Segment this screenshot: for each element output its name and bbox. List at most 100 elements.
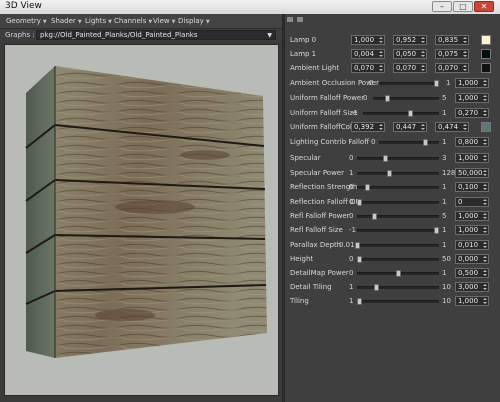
- param-slider-thumb[interactable]: [355, 242, 360, 249]
- param-slider-track[interactable]: [357, 155, 439, 162]
- param-slider-thumb[interactable]: [385, 95, 391, 102]
- falloff-color-swatch[interactable]: [481, 122, 491, 132]
- param-slider-thumb[interactable]: [357, 256, 362, 263]
- spinner-icon[interactable]: [483, 213, 487, 219]
- menu-channels[interactable]: Channels ▼: [114, 17, 152, 25]
- param-value-field[interactable]: 0,500: [455, 268, 489, 278]
- param-slider-track[interactable]: [357, 227, 439, 234]
- pin-icon[interactable]: [287, 17, 293, 22]
- ambient-color-swatch[interactable]: [481, 63, 491, 73]
- spinner-icon[interactable]: [483, 242, 487, 248]
- graphs-path-select[interactable]: pkg://Old_Painted_Planks/Old_Painted_Pla…: [36, 30, 276, 40]
- close-button[interactable]: ✕: [474, 1, 494, 12]
- spinner-icon[interactable]: [421, 65, 425, 71]
- spinner-icon[interactable]: [463, 51, 467, 57]
- param-slider-track[interactable]: [357, 298, 439, 305]
- spinner-icon[interactable]: [421, 37, 425, 43]
- lamp0-b-field[interactable]: 0,835: [435, 35, 469, 45]
- lamp0-color-swatch[interactable]: [481, 35, 491, 45]
- lamp0-r-field[interactable]: 1,000: [351, 35, 385, 45]
- param-slider-thumb[interactable]: [434, 227, 439, 234]
- spinner-icon[interactable]: [379, 124, 383, 130]
- lamp1-b-field[interactable]: 0,075: [435, 49, 469, 59]
- spinner-icon[interactable]: [483, 155, 487, 161]
- menu-view[interactable]: View ▼: [153, 17, 175, 25]
- param-slider-thumb[interactable]: [423, 139, 428, 146]
- param-value-field[interactable]: 0,000: [455, 254, 489, 264]
- param-slider-thumb[interactable]: [386, 170, 392, 177]
- param-slider-thumb[interactable]: [395, 270, 401, 277]
- spinner-icon[interactable]: [483, 110, 487, 116]
- spinner-icon[interactable]: [483, 80, 487, 86]
- falloff-g-field[interactable]: 0,447: [393, 122, 427, 132]
- spinner-icon[interactable]: [483, 139, 487, 145]
- spinner-icon[interactable]: [483, 184, 487, 190]
- param-slider-thumb[interactable]: [372, 213, 378, 220]
- param-slider-track[interactable]: [373, 95, 439, 102]
- param-slider-track[interactable]: [355, 242, 439, 249]
- param-slider-track[interactable]: [379, 139, 439, 146]
- param-value-field[interactable]: 1,000: [455, 93, 489, 103]
- spinner-icon[interactable]: [483, 256, 487, 262]
- menu-geometry[interactable]: Geometry ▼: [6, 17, 47, 25]
- spinner-icon[interactable]: [483, 170, 487, 176]
- spinner-icon[interactable]: [483, 199, 487, 205]
- falloff-b-field[interactable]: 0,474: [435, 122, 469, 132]
- param-slider-thumb[interactable]: [382, 155, 388, 162]
- ambient-b-field[interactable]: 0,070: [435, 63, 469, 73]
- lamp1-g-field[interactable]: 0,050: [393, 49, 427, 59]
- param-slider-track[interactable]: [357, 170, 439, 177]
- param-slider-track[interactable]: [357, 270, 439, 277]
- spinner-icon[interactable]: [483, 95, 487, 101]
- param-slider-thumb[interactable]: [374, 284, 380, 291]
- spinner-icon[interactable]: [463, 65, 467, 71]
- param-slider-thumb[interactable]: [364, 184, 370, 191]
- param-slider-track[interactable]: [357, 256, 439, 263]
- param-slider-track[interactable]: [363, 110, 439, 117]
- spinner-icon[interactable]: [421, 124, 425, 130]
- maximize-button[interactable]: □: [453, 1, 473, 12]
- menu-shader[interactable]: Shader ▼: [51, 17, 82, 25]
- param-slider-thumb[interactable]: [434, 80, 439, 87]
- param-slider-track[interactable]: [357, 284, 439, 291]
- options-icon[interactable]: [297, 17, 303, 22]
- minimize-button[interactable]: –: [432, 1, 452, 12]
- param-value-field[interactable]: 0: [455, 197, 489, 207]
- 3d-viewport[interactable]: [4, 44, 279, 396]
- spinner-icon[interactable]: [379, 65, 383, 71]
- spinner-icon[interactable]: [483, 270, 487, 276]
- lamp1-color-swatch[interactable]: [481, 49, 491, 59]
- menu-lights[interactable]: Lights ▼: [85, 17, 112, 25]
- lamp1-r-field[interactable]: 0,004: [351, 49, 385, 59]
- falloff-r-field[interactable]: 0,392: [351, 122, 385, 132]
- spinner-icon[interactable]: [463, 124, 467, 130]
- param-value-field[interactable]: 3,000: [455, 282, 489, 292]
- spinner-icon[interactable]: [483, 298, 487, 304]
- spinner-icon[interactable]: [379, 37, 383, 43]
- param-slider-thumb[interactable]: [408, 110, 414, 117]
- param-slider-thumb[interactable]: [357, 298, 362, 305]
- ambient-g-field[interactable]: 0,070: [393, 63, 427, 73]
- param-slider-thumb[interactable]: [357, 199, 362, 206]
- param-value-field[interactable]: 1,000: [455, 78, 489, 88]
- param-value-field[interactable]: 0,100: [455, 182, 489, 192]
- param-value-field[interactable]: 0,800: [455, 137, 489, 147]
- spinner-icon[interactable]: [379, 51, 383, 57]
- param-slider-track[interactable]: [379, 80, 439, 87]
- param-value-field[interactable]: 0,270: [455, 108, 489, 118]
- spinner-icon[interactable]: [483, 227, 487, 233]
- lamp0-g-field[interactable]: 0,952: [393, 35, 427, 45]
- param-value-field[interactable]: 1,000: [455, 225, 489, 235]
- param-slider-track[interactable]: [357, 184, 439, 191]
- spinner-icon[interactable]: [421, 51, 425, 57]
- param-value-field[interactable]: 1,000: [455, 153, 489, 163]
- menu-display[interactable]: Display ▼: [178, 17, 210, 25]
- param-value-field[interactable]: 50,000: [455, 168, 489, 178]
- param-value-field[interactable]: 1,000: [455, 296, 489, 306]
- param-value-field[interactable]: 1,000: [455, 211, 489, 221]
- spinner-icon[interactable]: [483, 284, 487, 290]
- ambient-r-field[interactable]: 0,070: [351, 63, 385, 73]
- param-value-field[interactable]: 0,010: [455, 240, 489, 250]
- param-slider-track[interactable]: [357, 213, 439, 220]
- param-slider-track[interactable]: [357, 199, 439, 206]
